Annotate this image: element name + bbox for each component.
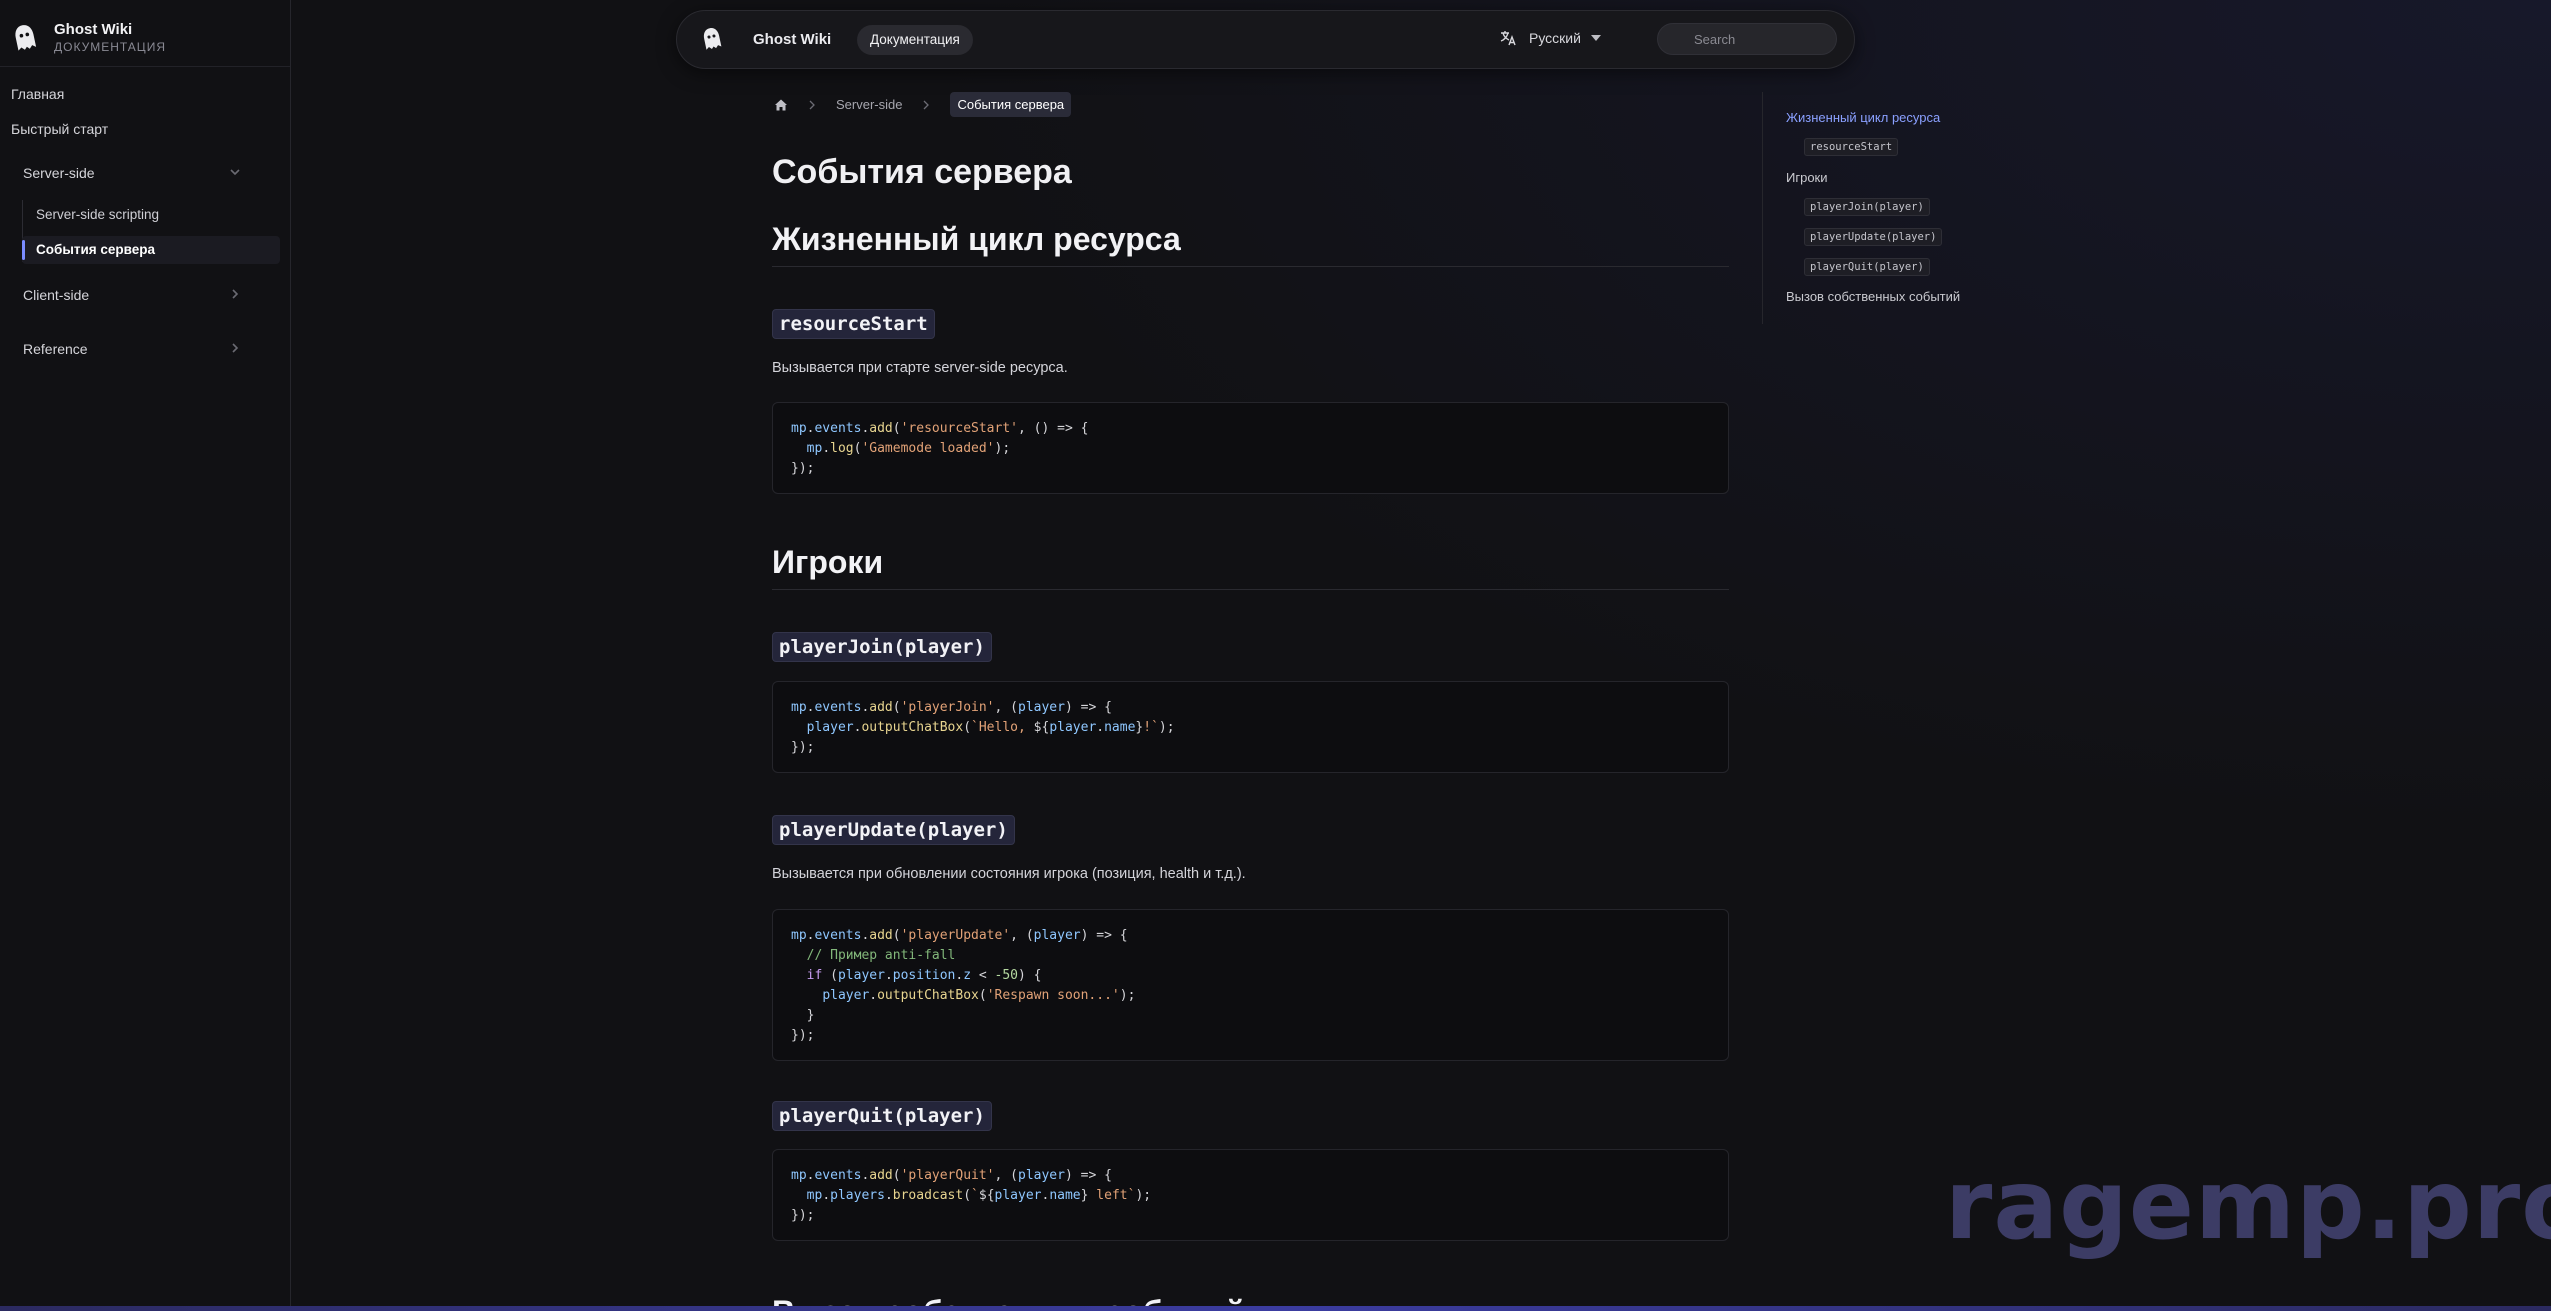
sidebar-item-server-scripting[interactable]: Server-side scripting	[36, 207, 159, 222]
toc-item[interactable]: Вызов собственных событий	[1786, 289, 1960, 304]
sidebar-item-server-events[interactable]: События сервера	[22, 236, 280, 264]
top-navbar: Ghost Wiki Документация Русский	[676, 10, 1855, 69]
event-description: Вызывается при старте server-side ресурс…	[772, 360, 1068, 376]
sidebar-item-quickstart[interactable]: Быстрый старт	[11, 121, 108, 137]
navbar-title[interactable]: Ghost Wiki	[753, 31, 831, 48]
language-selector[interactable]: Русский	[1499, 29, 1601, 47]
sidebar-group-label: Server-side	[23, 165, 95, 181]
ghost-icon	[15, 25, 37, 51]
sidebar-group-reference[interactable]: Reference	[0, 336, 280, 364]
heading-rule	[772, 589, 1729, 590]
sidebar-item-home[interactable]: Главная	[11, 86, 64, 102]
toc-item[interactable]: Игроки	[1786, 170, 1828, 185]
event-title-playerupdate: playerUpdate(player)	[772, 815, 1015, 845]
code-block-resourcestart[interactable]: mp.events.add('resourceStart', () => { m…	[772, 402, 1729, 494]
event-description: Вызывается при обновлении состояния игро…	[772, 866, 1246, 882]
code-block-playerupdate[interactable]: mp.events.add('playerUpdate', (player) =…	[772, 909, 1729, 1061]
chevron-right-icon	[232, 343, 239, 353]
table-of-contents: Жизненный цикл ресурса resourceStart Игр…	[1762, 92, 1963, 324]
chevron-right-icon	[924, 100, 930, 109]
section-heading-players: Игроки	[772, 544, 884, 580]
page-title: События сервера	[772, 153, 1072, 191]
toc-item[interactable]: Жизненный цикл ресурса	[1786, 110, 1940, 125]
heading-rule	[772, 266, 1729, 267]
section-heading-lifecycle: Жизненный цикл ресурса	[772, 221, 1181, 257]
sidebar-divider	[0, 66, 290, 67]
section-heading-custom-events: Вызов собственных событий	[772, 1290, 1245, 1306]
toc-item[interactable]: playerUpdate(player)	[1804, 228, 1943, 246]
event-title-playerquit: playerQuit(player)	[772, 1101, 992, 1131]
brand-title: Ghost Wiki	[54, 21, 133, 38]
event-title-playerjoin: playerJoin(player)	[772, 632, 992, 662]
toc-item[interactable]: resourceStart	[1804, 138, 1899, 156]
chevron-down-icon	[230, 169, 240, 176]
code-block-playerquit[interactable]: mp.events.add('playerQuit', (player) => …	[772, 1149, 1729, 1241]
sidebar-group-client-side[interactable]: Client-side	[0, 282, 280, 310]
toc-item[interactable]: playerJoin(player)	[1804, 198, 1930, 216]
language-label: Русский	[1529, 30, 1581, 46]
bottom-accent-bar	[0, 1306, 2551, 1311]
sidebar-group-label: Reference	[23, 341, 88, 357]
watermark: ragemp.pro	[1945, 1149, 2551, 1261]
nav-tab-docs[interactable]: Документация	[857, 25, 973, 55]
chevron-right-icon	[232, 289, 239, 299]
translate-icon	[1500, 31, 1516, 46]
search-input[interactable]	[1657, 23, 1837, 55]
caret-down-icon	[1590, 35, 1601, 41]
chevron-right-icon	[809, 100, 815, 109]
event-title-resourcestart: resourceStart	[772, 309, 935, 339]
code-block-playerjoin[interactable]: mp.events.add('playerJoin', (player) => …	[772, 681, 1729, 773]
breadcrumb: Server-side События сервера	[774, 92, 1072, 117]
brand-subtitle: ДОКУМЕНТАЦИЯ	[54, 40, 166, 54]
home-icon[interactable]	[774, 98, 788, 112]
sidebar-group-server-side[interactable]: Server-side	[0, 160, 280, 188]
sidebar: Ghost Wiki ДОКУМЕНТАЦИЯ Главная Быстрый …	[0, 0, 291, 1311]
breadcrumb-section[interactable]: Server-side	[836, 97, 902, 112]
toc-item[interactable]: playerQuit(player)	[1804, 258, 1930, 276]
brand[interactable]: Ghost Wiki ДОКУМЕНТАЦИЯ	[12, 20, 166, 56]
ghost-icon[interactable]	[701, 26, 723, 52]
active-indicator	[22, 240, 25, 260]
sidebar-group-label: Client-side	[23, 287, 90, 303]
breadcrumb-current: События сервера	[950, 92, 1072, 117]
sidebar-item-label: События сервера	[36, 242, 156, 257]
